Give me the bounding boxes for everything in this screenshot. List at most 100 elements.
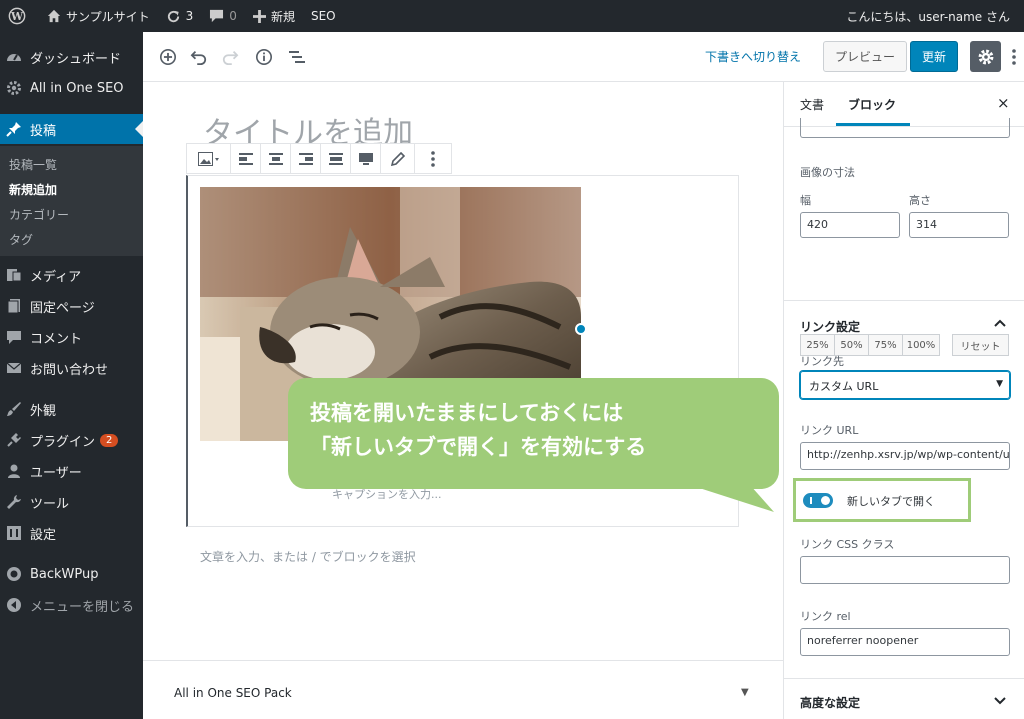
refresh-icon (167, 10, 179, 22)
sidebar-item-pages[interactable]: 固定ページ (0, 291, 143, 321)
width-input[interactable]: 420 (800, 212, 900, 238)
site-name: サンプルサイト (66, 9, 150, 24)
sidebar-item-posts[interactable]: 投稿 (0, 114, 143, 144)
new-content-link[interactable]: 新規 (245, 0, 303, 32)
callout-line-1: 投稿を開いたままにしておくには (310, 401, 624, 425)
page-icon (6, 298, 22, 314)
dashboard-icon (6, 49, 22, 65)
editor-toolbar: 下書きへ切り替え プレビュー 更新 (143, 32, 1024, 82)
edit-image-button[interactable] (381, 144, 415, 173)
sidebar-collapse-menu[interactable]: メニューを閉じる (0, 590, 143, 620)
comment-icon (210, 9, 224, 23)
updates-link[interactable]: 3 (158, 0, 202, 32)
full-width-button[interactable] (351, 144, 381, 173)
new-tab-toggle[interactable] (803, 493, 833, 508)
link-settings-heading[interactable]: リンク設定 (800, 318, 860, 335)
change-block-type-button[interactable] (187, 144, 231, 173)
align-center-button[interactable] (261, 144, 291, 173)
sidebar-item-label: BackWPup (30, 566, 99, 582)
sidebar-item-settings[interactable]: 設定 (0, 518, 143, 548)
undo-icon[interactable] (188, 46, 210, 68)
add-block-icon[interactable] (157, 46, 179, 68)
link-target-value: カスタム URL (809, 380, 879, 393)
comments-link[interactable]: 0 (201, 0, 245, 32)
media-icon (6, 267, 22, 283)
link-target-select[interactable]: カスタム URL ▼ (800, 371, 1010, 399)
paragraph-placeholder[interactable]: 文章を入力、または / でブロックを選択 (200, 548, 416, 565)
sidebar-item-label: 投稿 (30, 123, 57, 139)
section-divider (784, 300, 1024, 301)
new-tab-highlight: 新しいタブで開く (793, 478, 971, 522)
switch-to-draft-link[interactable]: 下書きへ切り替え (705, 48, 801, 65)
chevron-down-icon[interactable] (994, 694, 1006, 708)
settings-sidebar: 文書 ブロック × 画像の寸法 幅 高さ 420 314 25% 50% 75%… (783, 82, 1024, 719)
sidebar-item-comments[interactable]: コメント (0, 322, 143, 352)
image-icon (197, 151, 219, 166)
more-vertical-icon (431, 150, 435, 167)
submenu-tags[interactable]: タグ (9, 231, 33, 248)
seo-menu-link[interactable]: SEO (303, 0, 344, 32)
section-divider (784, 678, 1024, 679)
block-more-options-button[interactable] (415, 144, 451, 173)
link-rel-label: リンク rel (800, 610, 851, 623)
outline-icon[interactable] (286, 46, 308, 68)
info-icon[interactable] (253, 46, 275, 68)
more-options-icon[interactable] (1009, 45, 1019, 69)
sidebar-item-plugins[interactable]: プラグイン 2 (0, 425, 143, 455)
account-greeting[interactable]: こんにちは、user-name さん (838, 0, 1024, 32)
redo-icon[interactable] (219, 46, 241, 68)
site-name-link[interactable]: サンプルサイト (39, 0, 158, 32)
comments-count: 0 (229, 9, 237, 23)
sidebar-item-label: お問い合わせ (30, 362, 109, 378)
wrench-icon (6, 494, 22, 510)
comment-icon (6, 329, 22, 345)
sidebar-item-backwpup[interactable]: BackWPup (0, 559, 143, 589)
link-target-label: リンク先 (800, 355, 844, 368)
settings-toggle-button[interactable] (970, 41, 1001, 72)
link-url-label: リンク URL (800, 424, 859, 437)
wordpress-logo-icon[interactable]: W (0, 0, 39, 32)
sidebar-item-label: コメント (30, 331, 83, 347)
link-url-input[interactable]: http://zenhp.xsrv.jp/wp/wp-content/u (800, 442, 1010, 470)
css-class-input[interactable] (800, 556, 1010, 584)
sidebar-item-label: メニューを閉じる (30, 599, 135, 615)
align-right-button[interactable] (291, 144, 321, 173)
sidebar-item-contact[interactable]: お問い合わせ (0, 353, 143, 383)
advanced-settings-heading[interactable]: 高度な設定 (800, 694, 860, 711)
submenu-add-new[interactable]: 新規追加 (9, 181, 57, 198)
image-size-heading: 画像の寸法 (800, 166, 855, 179)
submenu-all-posts[interactable]: 投稿一覧 (9, 156, 57, 173)
height-input[interactable]: 314 (909, 212, 1009, 238)
admin-sidebar: ダッシュボード All in One SEO 投稿 投稿一覧 新規追加 カテゴリ… (0, 32, 143, 719)
mail-icon (6, 360, 22, 376)
preview-button[interactable]: プレビュー (823, 41, 907, 72)
css-class-label: リンク CSS クラス (800, 538, 895, 551)
submenu-categories[interactable]: カテゴリー (9, 206, 69, 223)
chevron-up-icon[interactable] (994, 316, 1006, 330)
reset-size-button[interactable]: リセット (952, 334, 1009, 356)
sidebar-item-users[interactable]: ユーザー (0, 456, 143, 486)
metabox-toggle-icon[interactable]: ▼ (741, 687, 749, 698)
link-rel-input[interactable]: noreferrer noopener (800, 628, 1010, 656)
image-resize-handle[interactable] (575, 323, 587, 335)
size-75-button[interactable]: 75% (868, 334, 903, 356)
align-left-button[interactable] (231, 144, 261, 173)
image-block-toolbar (186, 143, 452, 174)
close-icon[interactable]: × (997, 94, 1010, 112)
pin-icon (6, 121, 22, 137)
sidebar-item-dashboard[interactable]: ダッシュボード (0, 42, 143, 72)
tab-document[interactable]: 文書 (800, 96, 824, 113)
aioseo-metabox[interactable]: All in One SEO Pack ▼ (143, 660, 783, 719)
sidebar-item-media[interactable]: メディア (0, 260, 143, 290)
callout-pointer (690, 485, 774, 512)
sidebar-item-aioseo[interactable]: All in One SEO (0, 73, 143, 103)
sidebar-item-tools[interactable]: ツール (0, 487, 143, 517)
size-100-button[interactable]: 100% (902, 334, 940, 356)
sidebar-item-label: メディア (30, 269, 82, 285)
toggle-knob (821, 496, 830, 505)
image-size-select[interactable] (800, 118, 1010, 138)
sidebar-item-appearance[interactable]: 外観 (0, 394, 143, 424)
tab-block[interactable]: ブロック (848, 96, 896, 113)
update-button[interactable]: 更新 (910, 41, 958, 72)
wide-width-button[interactable] (321, 144, 351, 173)
